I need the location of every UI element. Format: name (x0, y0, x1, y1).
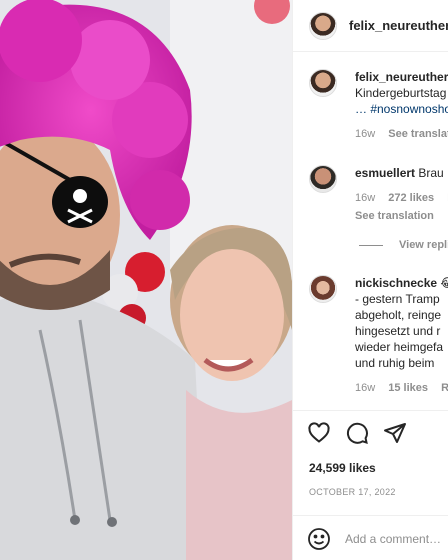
post-viewer: felix_neureuther felix_neureuther Kinder… (0, 0, 448, 560)
caption-time[interactable]: 16w (355, 128, 375, 140)
comment-emoji: 😂 (440, 276, 448, 290)
caption-text: Kindergeburtstag (355, 86, 447, 100)
comment-username[interactable]: esmuellert (355, 166, 415, 180)
author-username[interactable]: felix_neureuther (349, 18, 448, 33)
post-actions: 24,599 likes OCTOBER 17, 2022 Add a comm… (293, 410, 448, 560)
comment-icon[interactable] (345, 421, 369, 445)
comment-text-line: hingesetzt und r (355, 324, 441, 338)
emoji-icon[interactable] (307, 527, 331, 551)
add-comment-bar: Add a comment… (293, 515, 448, 560)
post-date[interactable]: OCTOBER 17, 2022 (309, 487, 396, 497)
comment-text-line: und ruhig beim (355, 356, 435, 370)
caption-see-translation[interactable]: See translation (388, 128, 448, 140)
post-photo[interactable] (0, 0, 292, 560)
author-avatar[interactable] (309, 11, 337, 40)
caption-username[interactable]: felix_neureuther (355, 70, 448, 84)
comment-text-line: abgeholt, reinge (355, 308, 442, 322)
post-sidebar: felix_neureuther felix_neureuther Kinder… (292, 0, 448, 560)
replies-divider (359, 244, 383, 246)
caption-hashtag[interactable]: … #nosnownoshow (355, 102, 448, 116)
view-replies-button[interactable]: View repli (359, 239, 448, 251)
comment-username[interactable]: nickischnecke (355, 276, 437, 290)
comment-likes[interactable]: 15 likes (388, 382, 428, 394)
comment-text-line: - gestern Tramp (355, 292, 440, 306)
comment-time[interactable]: 16w (355, 382, 375, 394)
post-header: felix_neureuther (293, 0, 448, 52)
comment-text: Brau (418, 166, 444, 180)
comment-likes[interactable]: 272 likes (388, 192, 434, 204)
comment-input[interactable]: Add a comment… (345, 532, 441, 546)
comment-avatar[interactable] (309, 275, 337, 303)
like-count[interactable]: 24,599 likes (309, 461, 376, 475)
comment-text-line: wieder heimgefa (355, 340, 444, 354)
view-replies-label: View repli (399, 239, 448, 251)
comment-see-translation[interactable]: See translation (355, 208, 448, 224)
share-icon[interactable] (383, 421, 407, 445)
comment-time[interactable]: 16w (355, 192, 375, 204)
caption-avatar[interactable] (309, 69, 337, 97)
comment-avatar[interactable] (309, 165, 337, 193)
comments-list[interactable]: felix_neureuther Kindergeburtstag … #nos… (293, 53, 448, 410)
comment-reply-button[interactable]: Re (441, 382, 448, 394)
heart-icon[interactable] (307, 421, 331, 445)
